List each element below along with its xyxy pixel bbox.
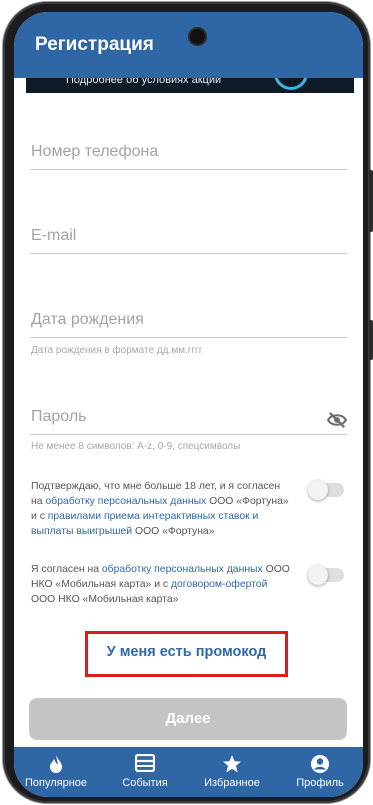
tab-label: Популярное [24, 777, 88, 789]
personal-data-link[interactable]: обработку персональных данных [45, 496, 206, 507]
eye-off-icon[interactable] [326, 411, 348, 429]
front-camera [190, 29, 205, 44]
events-icon [135, 754, 155, 772]
promo-code-highlight: У меня есть промокод [85, 631, 288, 677]
phone-placeholder: Номер телефона [31, 143, 159, 160]
consent-text: Я согласен на [31, 564, 102, 575]
screen: Регистрация Подробнее об условиях акции … [14, 12, 363, 797]
tab-label: События [122, 777, 168, 789]
flame-icon [50, 755, 62, 773]
promo-banner-ring [274, 78, 308, 90]
consent-card-text: Я согласен на обработку персональных дан… [31, 562, 293, 607]
page-title: Регистрация [35, 34, 154, 55]
email-field[interactable]: E-mail [30, 222, 347, 254]
personal-data-link[interactable]: обработку персональных данных [102, 564, 263, 575]
phone-field[interactable]: Номер телефона [30, 138, 347, 170]
promo-code-link[interactable]: У меня есть промокод [88, 644, 285, 660]
phone-frame: Регистрация Подробнее об условиях акции … [3, 2, 373, 803]
consent-age-text: Подтверждаю, что мне больше 18 лет, и я … [31, 479, 293, 539]
promo-banner[interactable]: Подробнее об условиях акции [26, 78, 354, 93]
power-button [369, 320, 373, 360]
promo-banner-text[interactable]: Подробнее об условиях акции [66, 78, 221, 86]
birthdate-hint: Дата рождения в формате дд.мм.гггг [31, 345, 203, 356]
password-field[interactable]: Пароль [30, 403, 347, 435]
birthdate-field[interactable]: Дата рождения [30, 306, 347, 338]
volume-button [369, 170, 373, 232]
tab-events[interactable]: События [106, 747, 184, 797]
bottom-tab-bar: Популярное События Избранное Профиль [14, 747, 363, 797]
offer-agreement-link[interactable]: договором-офертой [171, 579, 267, 590]
consent-text: ООО «Фортуна» [132, 526, 215, 537]
tab-popular[interactable]: Популярное [14, 747, 98, 797]
tab-label: Избранное [204, 777, 260, 789]
consent-age-toggle[interactable] [308, 480, 344, 500]
consent-text: ООО НКО «Мобильная карта» [31, 594, 179, 605]
password-hint: Не менее 8 символов: A-z, 0-9, спецсимво… [31, 441, 241, 452]
email-placeholder: E-mail [31, 227, 77, 244]
birthdate-placeholder: Дата рождения [31, 311, 144, 328]
star-icon [223, 755, 241, 773]
next-button[interactable]: Далее [29, 698, 347, 740]
profile-icon [311, 755, 329, 773]
tab-profile[interactable]: Профиль [281, 747, 359, 797]
tab-favorites[interactable]: Избранное [192, 747, 272, 797]
app-header: Регистрация [14, 12, 363, 78]
tab-label: Профиль [296, 777, 344, 789]
consent-card-toggle[interactable] [308, 565, 344, 585]
password-placeholder: Пароль [31, 408, 87, 425]
